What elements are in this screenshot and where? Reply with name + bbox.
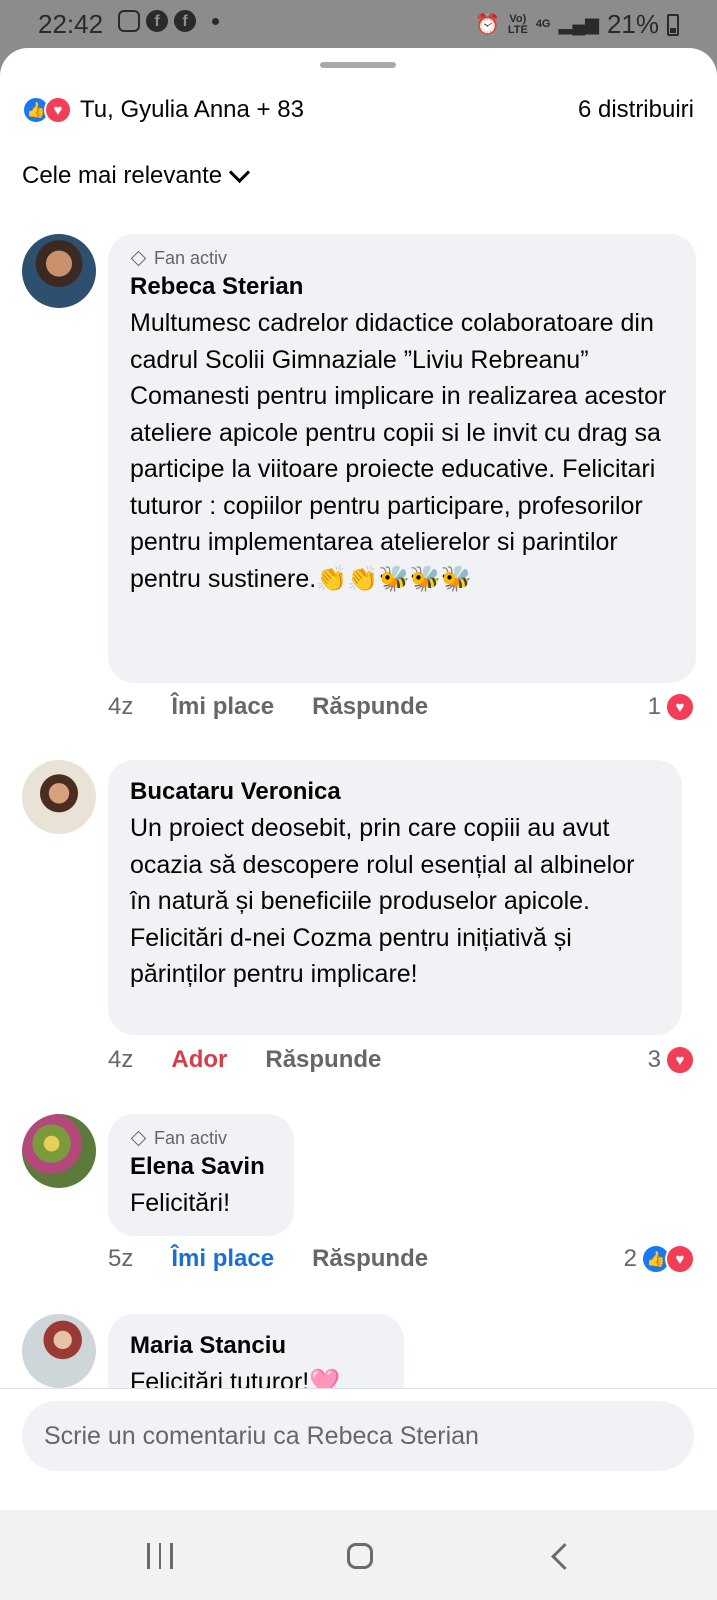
status-right: ⏰ Vo) LTE 4G ▂▄▆ 21%	[475, 9, 679, 40]
comment-time[interactable]: 4z	[108, 693, 133, 721]
comment: Fan activ Elena Savin Felicitări!	[22, 1114, 694, 1244]
status-time: 22:42	[38, 9, 104, 39]
comment-bubble[interactable]: Fan activ Rebeca Sterian Multumesc cadre…	[108, 234, 696, 683]
diamond-icon	[130, 250, 147, 267]
reaction-count[interactable]: 1 ♥	[648, 692, 695, 722]
drag-handle[interactable]	[320, 62, 396, 68]
comment-time[interactable]: 4z	[108, 1046, 133, 1074]
comment-actions: 5z Îmi place Răspunde	[108, 1245, 428, 1273]
reaction-count[interactable]: 2 👍 ♥	[624, 1244, 695, 1274]
like-button[interactable]: Îmi place	[171, 1245, 274, 1273]
comment-author[interactable]: Maria Stanciu	[130, 1332, 382, 1360]
sort-label: Cele mai relevante	[22, 162, 223, 189]
reply-button[interactable]: Răspunde	[312, 1245, 428, 1273]
comment-time[interactable]: 5z	[108, 1245, 133, 1273]
comment-author[interactable]: Rebeca Sterian	[130, 273, 674, 301]
comment: Fan activ Rebeca Sterian Multumesc cadre…	[22, 234, 696, 734]
comment-actions: 4z Ador Răspunde	[108, 1046, 381, 1074]
reaction-summary-text: Tu, Gyulia Anna + 83	[80, 96, 304, 123]
avatar[interactable]	[22, 760, 96, 834]
home-icon	[347, 1543, 373, 1569]
recents-icon	[147, 1543, 173, 1569]
comment-text: Felicitări!	[130, 1189, 231, 1217]
back-icon	[550, 1542, 578, 1570]
instagram-icon	[118, 10, 140, 32]
reaction-count[interactable]: 3 ♥	[648, 1045, 695, 1075]
love-reaction-button[interactable]: Ador	[171, 1046, 227, 1074]
reply-button[interactable]: Răspunde	[312, 693, 428, 721]
home-button[interactable]	[338, 1534, 382, 1578]
shares-count[interactable]: 6 distribuiri	[578, 96, 694, 124]
comment-input[interactable]	[22, 1401, 694, 1471]
love-icon: ♥	[44, 96, 72, 124]
diamond-icon	[130, 1130, 147, 1147]
battery-level: 21%	[606, 9, 659, 39]
recents-button[interactable]	[138, 1534, 182, 1578]
network-type: 4G	[535, 18, 551, 30]
comment-bubble[interactable]: Fan activ Elena Savin Felicitări!	[108, 1114, 294, 1236]
notification-icons: f f	[118, 10, 219, 32]
avatar[interactable]	[22, 1114, 96, 1188]
comment-actions: 4z Îmi place Răspunde	[108, 693, 428, 721]
comment: Bucataru Veronica Un proiect deosebit, p…	[22, 760, 694, 1040]
avatar[interactable]	[22, 1314, 96, 1388]
status-bar: 22:42 f f ⏰ Vo) LTE 4G ▂▄▆ 21%	[0, 0, 717, 48]
sort-dropdown[interactable]: Cele mai relevante	[22, 161, 251, 190]
avatar[interactable]	[22, 234, 96, 308]
alarm-icon: ⏰	[474, 14, 500, 36]
love-icon: ♥	[665, 1244, 695, 1274]
fan-badge: Fan activ	[130, 248, 674, 269]
system-nav-bar	[0, 1510, 717, 1600]
battery-icon	[667, 13, 679, 36]
facebook-icon: f	[146, 10, 168, 32]
comment-composer	[0, 1388, 717, 1481]
reply-button[interactable]: Răspunde	[265, 1046, 381, 1074]
comment-author[interactable]: Elena Savin	[130, 1153, 272, 1181]
comment-author[interactable]: Bucataru Veronica	[130, 778, 660, 806]
comment-bubble[interactable]: Bucataru Veronica Un proiect deosebit, p…	[108, 760, 682, 1035]
facebook-icon-2: f	[174, 10, 196, 32]
reaction-summary[interactable]: 👍 ♥ Tu, Gyulia Anna + 83	[22, 96, 304, 124]
chevron-down-icon	[229, 161, 251, 183]
reactions-row: 👍 ♥ Tu, Gyulia Anna + 83 6 distribuiri	[22, 88, 694, 132]
like-button[interactable]: Îmi place	[171, 693, 274, 721]
comment-text: Multumesc cadrelor didactice colaboratoa…	[130, 309, 667, 593]
comments-sheet: 👍 ♥ Tu, Gyulia Anna + 83 6 distribuiri C…	[0, 48, 717, 1510]
comment-text: Un proiect deosebit, prin care copiii au…	[130, 814, 635, 988]
signal-icon: ▂▄▆	[558, 14, 599, 34]
more-notifications-icon	[212, 17, 219, 25]
love-icon: ♥	[665, 1045, 695, 1075]
volte-indicator: Vo) LTE	[507, 12, 528, 36]
fan-badge: Fan activ	[130, 1128, 272, 1149]
back-button[interactable]	[538, 1534, 582, 1578]
love-icon: ♥	[665, 692, 695, 722]
